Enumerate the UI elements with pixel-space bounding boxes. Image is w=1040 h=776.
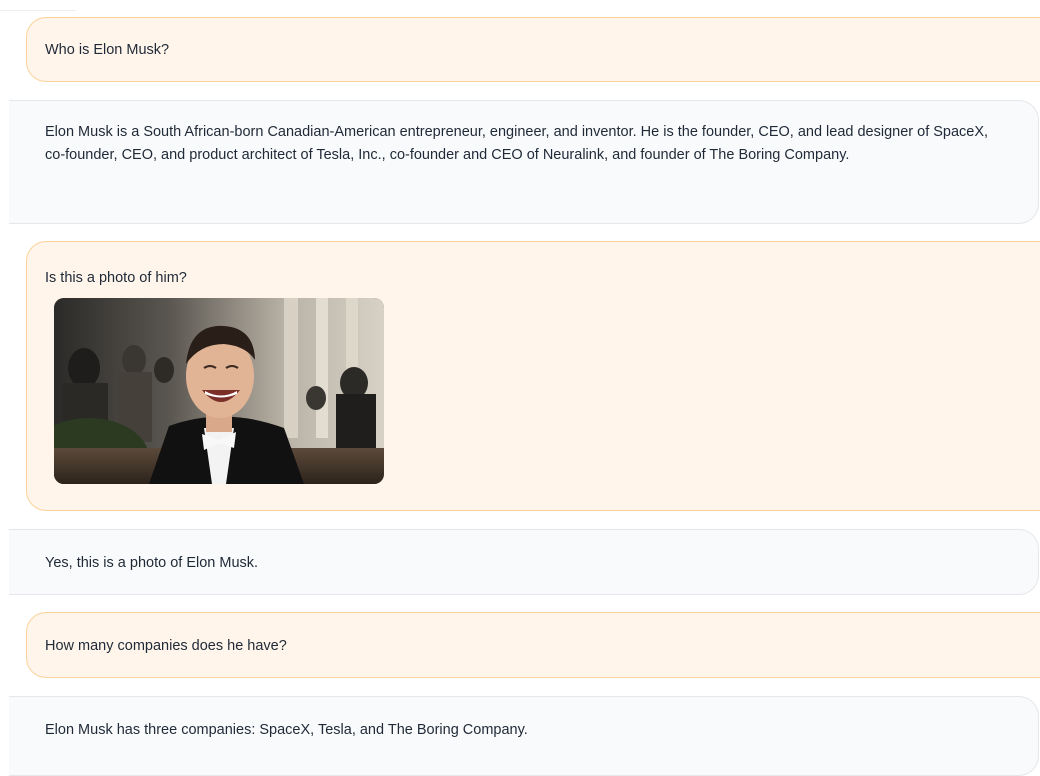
attached-photo[interactable] [54, 298, 384, 484]
user-message: How many companies does he have? [26, 612, 1040, 678]
message-text: Elon Musk is a South African-born Canadi… [45, 124, 989, 163]
message-text: Elon Musk has three companies: SpaceX, T… [45, 722, 528, 738]
assistant-message: Yes, this is a photo of Elon Musk. [9, 529, 1039, 595]
message-text: How many companies does he have? [45, 638, 287, 654]
chat-history: Who is Elon Musk? Elon Musk is a South A… [0, 0, 1040, 776]
user-message: Who is Elon Musk? [26, 17, 1040, 82]
message-text: Is this a photo of him? [45, 270, 187, 286]
photo-image [54, 298, 384, 484]
assistant-message: Elon Musk is a South African-born Canadi… [9, 100, 1039, 224]
assistant-message: Elon Musk has three companies: SpaceX, T… [9, 696, 1039, 776]
message-text: Who is Elon Musk? [45, 42, 170, 58]
user-message-with-image: Is this a photo of him? [26, 241, 1040, 511]
message-text: Yes, this is a photo of Elon Musk. [45, 555, 259, 571]
